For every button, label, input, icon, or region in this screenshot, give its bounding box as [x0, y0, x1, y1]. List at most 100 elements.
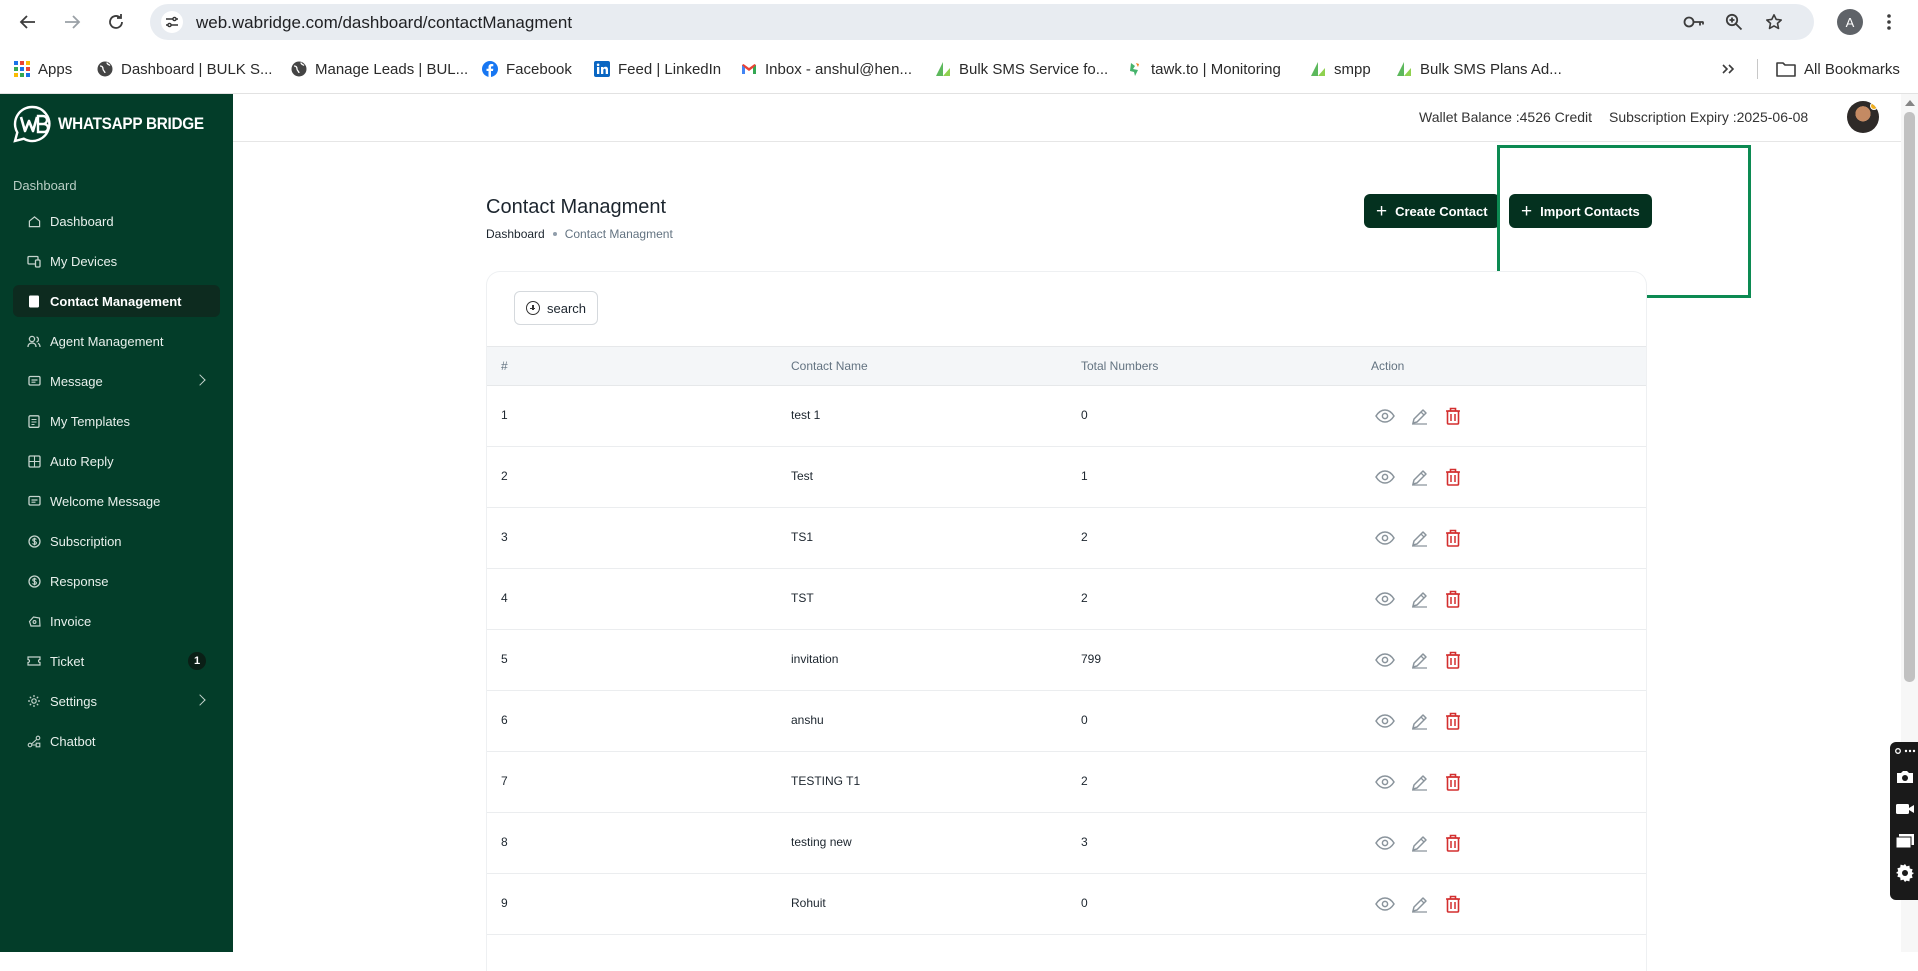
view-eye-icon[interactable]	[1373, 831, 1397, 855]
sidebar-item-my-templates[interactable]: My Templates	[13, 405, 220, 437]
contact-name: testing new	[791, 835, 852, 849]
sidebar-item-subscription[interactable]: Subscription	[13, 525, 220, 557]
edit-pencil-icon[interactable]	[1407, 465, 1431, 489]
back-arrow-icon[interactable]	[16, 10, 40, 34]
scroll-up-arrow-icon[interactable]	[1905, 100, 1915, 106]
sidebar-item-agent-management[interactable]: Agent Management	[13, 325, 220, 357]
column-header-total-numbers: Total Numbers	[1081, 359, 1159, 373]
bookmark-bulk-sms-service[interactable]: Bulk SMS Service fo...	[935, 58, 1108, 80]
bookmark-dashboard-bulk[interactable]: Dashboard | BULK S...	[97, 58, 272, 80]
total-numbers: 1	[1081, 469, 1088, 483]
sidebar-item-chatbot[interactable]: Chatbot	[13, 725, 220, 757]
edit-pencil-icon[interactable]	[1407, 587, 1431, 611]
row-number: 6	[501, 713, 508, 727]
delete-trash-icon[interactable]	[1441, 587, 1465, 611]
browser-menu-icon[interactable]	[1883, 10, 1895, 34]
bookmark-bulk-sms-plans[interactable]: Bulk SMS Plans Ad...	[1396, 58, 1562, 80]
edit-pencil-icon[interactable]	[1407, 709, 1431, 733]
view-eye-icon[interactable]	[1373, 892, 1397, 916]
user-avatar[interactable]	[1847, 101, 1879, 133]
brand-logo[interactable]: WHATSAPP BRIDGE	[12, 104, 220, 144]
delete-trash-icon[interactable]	[1441, 709, 1465, 733]
view-eye-icon[interactable]	[1373, 648, 1397, 672]
bookmark-linkedin[interactable]: Feed | LinkedIn	[594, 58, 721, 80]
row-actions	[1373, 709, 1475, 733]
view-eye-icon[interactable]	[1373, 404, 1397, 428]
delete-trash-icon[interactable]	[1441, 465, 1465, 489]
delete-trash-icon[interactable]	[1441, 770, 1465, 794]
expiry-value: 2025-06-08	[1736, 109, 1809, 125]
sidebar-item-ticket[interactable]: Ticket 1	[13, 645, 220, 677]
sidebar-item-settings[interactable]: Settings	[13, 685, 220, 717]
facebook-icon	[482, 61, 498, 77]
sidebar-item-dashboard[interactable]: Dashboard	[13, 205, 220, 237]
sidebar-item-label: Dashboard	[50, 213, 114, 229]
row-actions	[1373, 587, 1475, 611]
key-icon[interactable]	[1683, 12, 1705, 32]
address-bar[interactable]: web.wabridge.com/dashboard/contactManagm…	[150, 4, 1814, 40]
windows-icon[interactable]	[1894, 830, 1916, 852]
delete-trash-icon[interactable]	[1441, 831, 1465, 855]
breadcrumb-home-link[interactable]: Dashboard	[486, 227, 545, 241]
sidebar-item-contact-management[interactable]: Contact Management	[13, 285, 220, 317]
sidebar-item-my-devices[interactable]: My Devices	[13, 245, 220, 277]
delete-trash-icon[interactable]	[1441, 526, 1465, 550]
bookmark-gmail[interactable]: Inbox - anshul@hen...	[741, 58, 912, 80]
link-more-icon[interactable]	[1894, 744, 1916, 758]
bookmark-tawkto[interactable]: tawk.to | Monitoring	[1127, 58, 1281, 80]
view-eye-icon[interactable]	[1373, 770, 1397, 794]
more-bookmarks-icon[interactable]	[1720, 58, 1736, 80]
gear-icon[interactable]	[1894, 862, 1916, 884]
reload-icon[interactable]	[104, 10, 128, 34]
sidebar-item-invoice[interactable]: Invoice	[13, 605, 220, 637]
bookmark-smpp[interactable]: smpp	[1310, 58, 1371, 80]
sidebar-item-welcome-message[interactable]: Welcome Message	[13, 485, 220, 517]
create-contact-label: Create Contact	[1395, 203, 1488, 219]
auto-reply-icon	[27, 454, 41, 468]
bookmark-manage-leads[interactable]: Manage Leads | BUL...	[291, 58, 468, 80]
sidebar-item-label: Response	[50, 573, 109, 589]
whatsapp-bridge-logo-icon	[13, 105, 51, 143]
contact-book-icon	[27, 294, 41, 308]
edit-pencil-icon[interactable]	[1407, 831, 1431, 855]
column-header-action: Action	[1371, 359, 1405, 373]
url-text[interactable]: web.wabridge.com/dashboard/contactManagm…	[196, 13, 572, 33]
row-actions	[1373, 648, 1475, 672]
apps-grid-icon	[14, 61, 30, 77]
bookmark-star-icon[interactable]	[1763, 12, 1785, 32]
sidebar-item-message[interactable]: Message	[13, 365, 220, 397]
delete-trash-icon[interactable]	[1441, 648, 1465, 672]
edit-pencil-icon[interactable]	[1407, 648, 1431, 672]
bookmark-apps[interactable]: Apps	[14, 58, 72, 80]
bookmarks-bar: Apps Dashboard | BULK S... Manage Leads …	[0, 52, 1918, 86]
delete-trash-icon[interactable]	[1441, 404, 1465, 428]
table-row: 4 TST 2	[487, 569, 1646, 630]
total-numbers: 0	[1081, 408, 1088, 422]
profile-avatar[interactable]: A	[1837, 9, 1863, 35]
site-info-icon[interactable]	[161, 11, 183, 33]
search-button[interactable]: search	[514, 291, 599, 325]
zoom-icon[interactable]	[1723, 12, 1745, 32]
wallet-label: Wallet Balance :	[1419, 109, 1520, 125]
view-eye-icon[interactable]	[1373, 587, 1397, 611]
video-camera-icon[interactable]	[1894, 798, 1916, 820]
view-eye-icon[interactable]	[1373, 709, 1397, 733]
edit-pencil-icon[interactable]	[1407, 892, 1431, 916]
camera-icon[interactable]	[1894, 766, 1916, 788]
bookmark-label: Manage Leads | BUL...	[315, 60, 469, 78]
edit-pencil-icon[interactable]	[1407, 770, 1431, 794]
scrollbar-thumb[interactable]	[1904, 112, 1915, 682]
view-eye-icon[interactable]	[1373, 526, 1397, 550]
bookmark-facebook[interactable]: Facebook	[482, 58, 572, 80]
create-contact-button[interactable]: + Create Contact	[1364, 194, 1500, 228]
forward-arrow-icon[interactable]	[60, 10, 84, 34]
edit-pencil-icon[interactable]	[1407, 404, 1431, 428]
delete-trash-icon[interactable]	[1441, 892, 1465, 916]
edit-pencil-icon[interactable]	[1407, 526, 1431, 550]
app-header: Wallet Balance :4526 Credit Subscription…	[233, 94, 1901, 142]
sidebar-item-auto-reply[interactable]: Auto Reply	[13, 445, 220, 477]
all-bookmarks-button[interactable]: All Bookmarks	[1776, 58, 1900, 80]
dollar-icon	[27, 534, 41, 548]
sidebar-item-response[interactable]: Response	[13, 565, 220, 597]
view-eye-icon[interactable]	[1373, 465, 1397, 489]
